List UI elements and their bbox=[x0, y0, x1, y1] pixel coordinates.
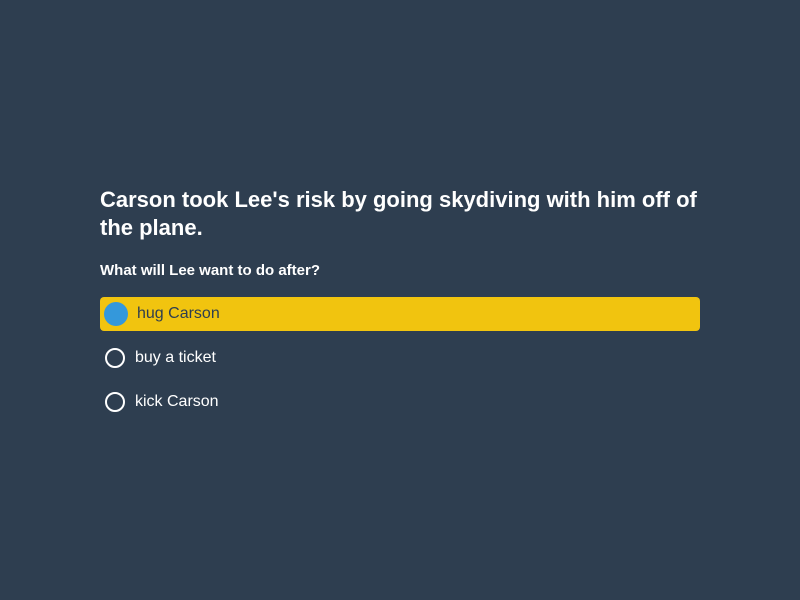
question-card: Carson took Lee's risk by going skydivin… bbox=[100, 186, 700, 419]
answer-option-label: hug Carson bbox=[137, 305, 220, 322]
radio-unselected-icon[interactable] bbox=[105, 392, 125, 412]
radio-selected-icon[interactable] bbox=[104, 302, 128, 326]
answer-option-buy-a-ticket[interactable]: buy a ticket bbox=[100, 341, 700, 375]
prompt-text: What will Lee want to do after? bbox=[100, 262, 321, 279]
question-text: Carson took Lee's risk by going skydivin… bbox=[100, 187, 697, 240]
answer-option-label: buy a ticket bbox=[135, 349, 216, 366]
answer-option-hug-carson[interactable]: hug Carson bbox=[100, 297, 700, 331]
answer-option-label: kick Carson bbox=[135, 393, 219, 410]
answer-options: hug Carson buy a ticket kick Carson bbox=[100, 297, 700, 419]
radio-unselected-icon[interactable] bbox=[105, 348, 125, 368]
answer-option-kick-carson[interactable]: kick Carson bbox=[100, 385, 700, 419]
